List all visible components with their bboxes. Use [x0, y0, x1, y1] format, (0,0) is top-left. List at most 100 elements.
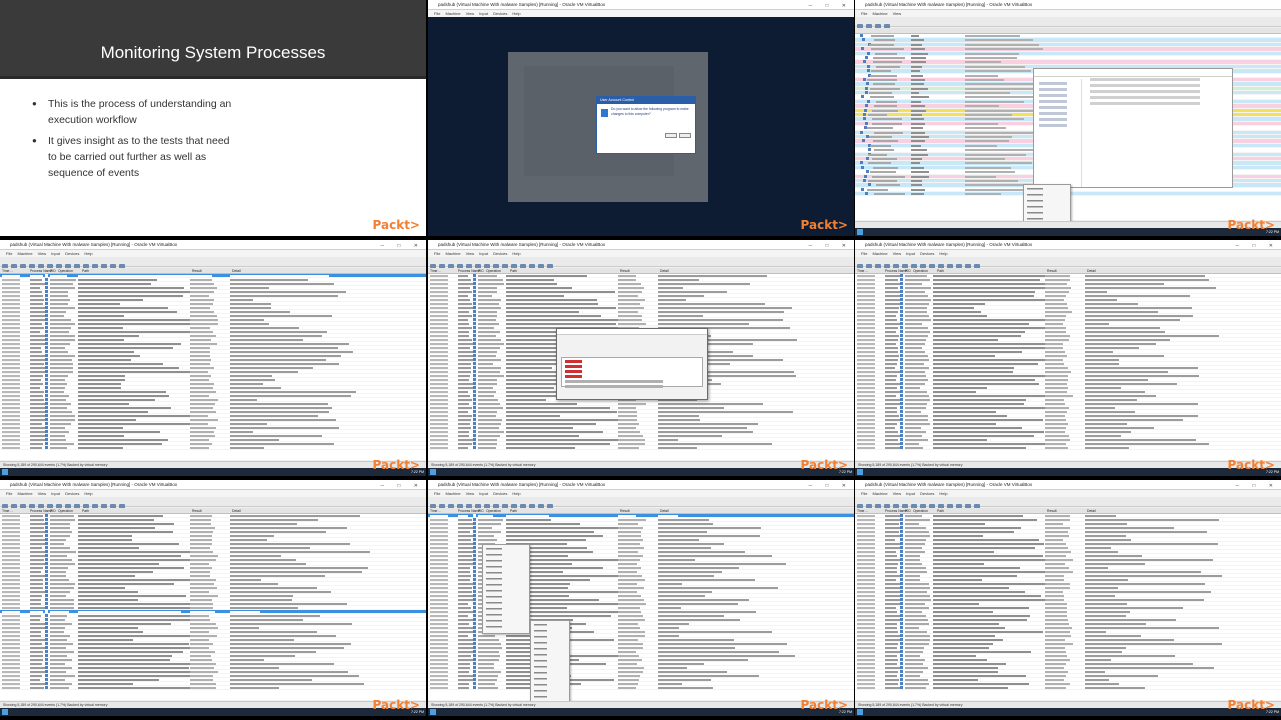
process-icon [473, 370, 476, 373]
event-list[interactable]: Time ... Process NamePID Operation Path Resu… [0, 268, 426, 460]
menu-view[interactable]: View [466, 11, 475, 16]
process-icon [45, 650, 48, 653]
vm-menu-item[interactable]: Devices [493, 491, 507, 496]
process-icon [473, 314, 476, 317]
procmon-tile-4[interactable]: padshub (Virtual Machine With malware Sa… [0, 480, 426, 716]
vm-menu-item[interactable]: Help [939, 251, 947, 256]
procmon-tile-6[interactable]: padshub (Virtual Machine With malware Sa… [855, 480, 1281, 716]
process-icon [473, 442, 476, 445]
table-row[interactable] [855, 446, 1281, 450]
process-icon [45, 310, 48, 313]
vm-menu-item[interactable]: Help [939, 491, 947, 496]
process-icon [900, 522, 903, 525]
uac-no-button[interactable] [679, 133, 691, 138]
start-icon[interactable] [2, 709, 8, 715]
vm-menu-item[interactable]: Devices [65, 251, 79, 256]
start-icon[interactable] [857, 469, 863, 475]
table-row[interactable] [428, 686, 854, 690]
event-list[interactable]: Time ... Process NamePID Operation Path Resu… [855, 268, 1281, 460]
filter-dialog[interactable] [556, 328, 708, 400]
explorer-nav-pane[interactable] [1034, 79, 1082, 187]
menu-file[interactable]: File [861, 11, 867, 16]
vm-menu-item[interactable]: Input [51, 251, 60, 256]
vm-menu-item[interactable]: Input [906, 491, 915, 496]
process-icon [900, 642, 903, 645]
vm-menu-item[interactable]: View [893, 491, 902, 496]
table-row[interactable] [428, 446, 854, 450]
menu-machine[interactable]: Machine [872, 11, 887, 16]
vm-menu-item[interactable]: Help [84, 491, 92, 496]
vm-menu-item[interactable]: Machine [872, 251, 887, 256]
vm-menu-item[interactable]: View [466, 491, 475, 496]
uac-dialog[interactable]: User Account Control Do you want to allo… [596, 96, 696, 154]
process-icon [473, 366, 476, 369]
menu-help[interactable]: Help [512, 11, 520, 16]
vm-menu-item[interactable]: Help [512, 251, 520, 256]
process-icon [473, 686, 476, 689]
vm-menu-item[interactable]: Devices [65, 491, 79, 496]
vm-menu-item[interactable]: File [861, 491, 867, 496]
vm-menu-item[interactable]: File [6, 491, 12, 496]
vm-menu-item[interactable]: Machine [17, 491, 32, 496]
vm-menu-item[interactable]: Help [84, 251, 92, 256]
vm-menu-item[interactable]: View [38, 491, 47, 496]
start-icon[interactable] [857, 229, 863, 235]
process-icon [45, 298, 48, 301]
context-menu[interactable] [482, 544, 530, 634]
vm-menu-item[interactable]: Machine [872, 491, 887, 496]
vm-menu-item[interactable]: Machine [445, 251, 460, 256]
procmon-tile-2[interactable]: padshub (Virtual Machine With malware Sa… [428, 240, 854, 476]
filter-rule-list[interactable] [561, 357, 703, 388]
menu-input[interactable]: Input [479, 11, 488, 16]
status-bar: Showing 5,189 of 290,644 events (1.7%) B… [0, 701, 426, 708]
event-list[interactable]: Time ... Process NamePID Operation Path Resu… [0, 508, 426, 700]
vm-menu-item[interactable]: Input [51, 491, 60, 496]
start-icon[interactable] [430, 709, 436, 715]
vm-menu-item[interactable]: Help [512, 491, 520, 496]
vm-menu-item[interactable]: Devices [493, 251, 507, 256]
process-icon [473, 534, 476, 537]
uac-desktop-tile[interactable]: padshub (Virtual Machine With malware Sa… [428, 0, 854, 236]
vm-menu-item[interactable]: Machine [17, 251, 32, 256]
process-explorer-tile[interactable]: padshub (Virtual Machine With malware Sa… [855, 0, 1281, 236]
menu-file[interactable]: File [434, 11, 440, 16]
start-icon[interactable] [430, 469, 436, 475]
vm-menu-item[interactable]: Devices [920, 491, 934, 496]
vm-menu-item[interactable]: View [466, 251, 475, 256]
procmon-tile-3[interactable]: padshub (Virtual Machine With malware Sa… [855, 240, 1281, 476]
slide-tile[interactable]: Monitoring System Processes This is the … [0, 0, 426, 236]
vm-menu-item[interactable]: Input [479, 491, 488, 496]
table-row[interactable] [0, 446, 426, 450]
process-icon [473, 426, 476, 429]
process-icon [45, 670, 48, 673]
process-icon [473, 582, 476, 585]
vm-menu-item[interactable]: View [38, 251, 47, 256]
process-icon [473, 618, 476, 621]
start-icon[interactable] [857, 709, 863, 715]
vm-menu-item[interactable]: Input [479, 251, 488, 256]
vm-menu-item[interactable]: File [434, 491, 440, 496]
procmon-tile-5[interactable]: padshub (Virtual Machine With malware Sa… [428, 480, 854, 716]
procmon-tile-1[interactable]: padshub (Virtual Machine With malware Sa… [0, 240, 426, 476]
vm-menu-item[interactable]: View [893, 251, 902, 256]
menu-machine[interactable]: Machine [445, 11, 460, 16]
process-icon [473, 670, 476, 673]
uac-yes-button[interactable] [665, 133, 677, 138]
vm-menu-item[interactable]: File [434, 251, 440, 256]
file-explorer-window[interactable] [1033, 68, 1233, 188]
vm-menu-item[interactable]: File [861, 251, 867, 256]
start-icon[interactable] [2, 469, 8, 475]
table-row[interactable] [855, 686, 1281, 690]
process-icon [900, 670, 903, 673]
menu-view[interactable]: View [893, 11, 902, 16]
vm-menu-item[interactable]: Input [906, 251, 915, 256]
table-row[interactable] [0, 686, 426, 690]
vm-menu-item[interactable]: Devices [920, 251, 934, 256]
vm-menu-item[interactable]: Machine [445, 491, 460, 496]
process-icon [900, 282, 903, 285]
submenu[interactable] [530, 620, 570, 706]
event-list[interactable]: Time ... Process NamePID Operation Path Resu… [855, 508, 1281, 700]
process-icon [900, 330, 903, 333]
menu-devices[interactable]: Devices [493, 11, 507, 16]
vm-menu-item[interactable]: File [6, 251, 12, 256]
